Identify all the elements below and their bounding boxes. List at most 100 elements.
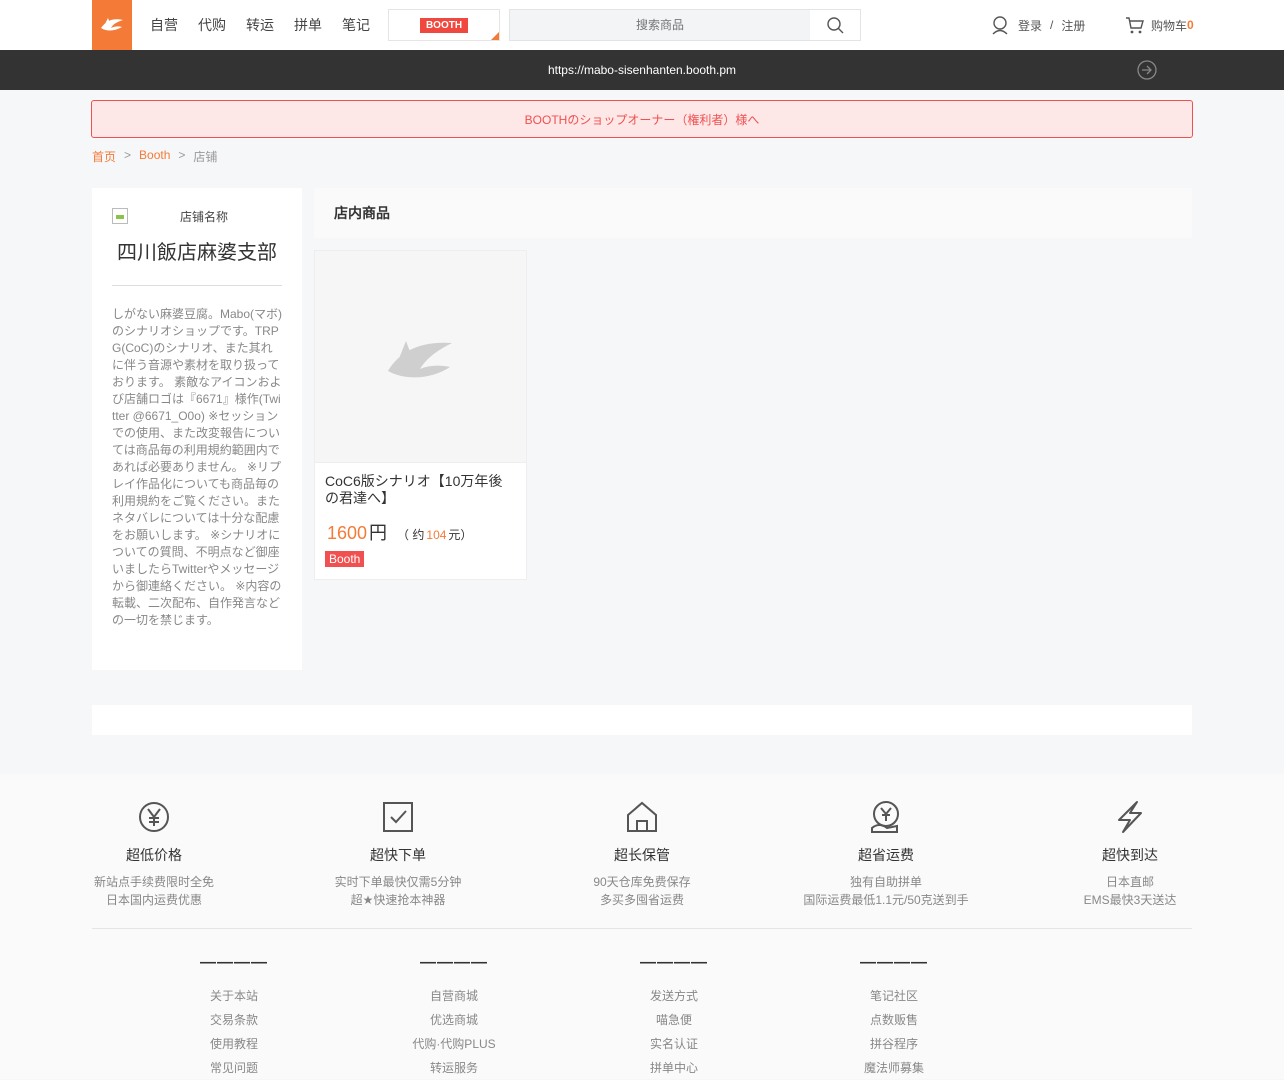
pagination-strip — [92, 705, 1192, 735]
shop-image: 店铺名称 — [112, 208, 282, 224]
footer-column-about: ———— 关于本站 交易条款 使用教程 常见问题 — [174, 954, 294, 1080]
breadcrumb-current: 店铺 — [193, 150, 218, 164]
feature-line: EMS最快3天送达 — [1083, 893, 1177, 907]
feature-line: 实时下单最快仅需5分钟 — [334, 875, 462, 889]
source-badge: Booth — [325, 551, 365, 567]
shop-url[interactable]: https://mabo-sisenhanten.booth.pm — [548, 63, 736, 77]
feature-title: 超快到达 — [1102, 847, 1158, 863]
footer-link[interactable]: 优选商城 — [394, 1008, 514, 1032]
feature-desc: 90天仓库免费保存 多买多囤省运费 — [542, 873, 742, 909]
breadcrumb: 首页 > Booth > 店铺 — [92, 148, 217, 165]
owner-notice-banner[interactable]: BOOTHのショップオーナー（権利者）様へ — [91, 100, 1193, 138]
bird-placeholder-icon — [387, 340, 452, 377]
house-icon — [627, 801, 657, 832]
footer-link[interactable]: 转运服务 — [394, 1056, 514, 1080]
checkbox-icon — [383, 802, 413, 832]
product-title[interactable]: CoC6版シナリオ【10万年後の君達へ】 — [315, 463, 526, 507]
cart-count: 0 — [1187, 18, 1194, 32]
search-input[interactable] — [510, 10, 810, 40]
footer-link[interactable]: 交易条款 — [174, 1008, 294, 1032]
lightning-icon — [1118, 801, 1142, 833]
feature-title: 超低价格 — [126, 847, 182, 863]
footer-column-heading: ———— — [860, 954, 928, 971]
feature-line: 超★快速抢本神器 — [350, 893, 446, 907]
breadcrumb-home[interactable]: 首页 — [92, 148, 116, 165]
auth-links: 登录 / 注册 — [990, 14, 1085, 36]
money-hand-icon — [871, 801, 899, 833]
feature-desc: 日本直邮 EMS最快3天送达 — [1030, 873, 1230, 909]
search-button[interactable] — [810, 10, 860, 40]
footer-link[interactable]: 自营商城 — [394, 984, 514, 1008]
register-link[interactable]: 注册 — [1061, 17, 1085, 34]
nav-link-forward[interactable]: 转运 — [246, 15, 274, 35]
feature-title: 超长保管 — [614, 847, 670, 863]
footer-column-services: ———— 自营商城 优选商城 代购·代购PLUS 转运服务 — [394, 954, 514, 1080]
feature-desc: 新站点手续费限时全免 日本国内运费优惠 — [54, 873, 254, 909]
feature-fast-order: 超快下单 实时下单最快仅需5分钟 超★快速抢本神器 — [298, 800, 498, 909]
footer-link[interactable]: 常见问题 — [174, 1056, 294, 1080]
product-card[interactable]: CoC6版シナリオ【10万年後の君達へ】 1600 円 （ 约 104 元） B… — [314, 250, 527, 580]
footer-link[interactable]: 点数贩售 — [834, 1008, 954, 1032]
shop-info-panel: 店铺名称 四川飯店麻婆支部 しがない麻婆豆腐。Mabo(マボ)のシナリオショップ… — [92, 188, 302, 670]
feature-low-price: 超低价格 新站点手续费限时全免 日本国内运费优惠 — [54, 800, 254, 909]
feature-fast-arrival: 超快到达 日本直邮 EMS最快3天送达 — [1030, 800, 1230, 909]
goods-section-heading: 店内商品 — [314, 188, 1192, 238]
footer-link[interactable]: 关于本站 — [174, 984, 294, 1008]
footer-link[interactable]: 拼单中心 — [614, 1056, 734, 1080]
footer-column-heading: ———— — [420, 954, 488, 971]
booth-logo: BOOTH — [419, 17, 469, 33]
nav-link-group[interactable]: 拼单 — [294, 15, 322, 35]
footer-link[interactable]: 实名认证 — [614, 1032, 734, 1056]
yen-circle-icon — [139, 802, 169, 832]
approx-suffix: 元） — [448, 528, 473, 542]
footer-link[interactable]: 笔记社区 — [834, 984, 954, 1008]
feature-line: 多买多囤省运费 — [599, 893, 684, 907]
footer-link[interactable]: 发送方式 — [614, 984, 734, 1008]
cart-icon — [1126, 17, 1144, 34]
feature-storage: 超长保管 90天仓库免费保存 多买多囤省运费 — [542, 800, 742, 909]
feature-line: 新站点手续费限时全免 — [93, 875, 214, 889]
approx-value: 104 — [426, 528, 447, 542]
footer-link[interactable]: 魔法师募集 — [834, 1056, 954, 1080]
arrow-right-circle-icon[interactable] — [1137, 60, 1157, 80]
breadcrumb-booth[interactable]: Booth — [139, 148, 170, 165]
auth-separator: / — [1050, 18, 1054, 32]
approx-prefix: （ 约 — [397, 528, 425, 542]
bird-logo-icon — [101, 18, 123, 31]
broken-image-icon — [112, 208, 128, 224]
footer-column-heading: ———— — [640, 954, 708, 971]
feature-line: 日本国内运费优惠 — [105, 893, 202, 907]
cart-label: 购物车 — [1151, 18, 1188, 33]
search-bar — [509, 9, 861, 41]
footer-divider — [92, 928, 1192, 929]
site-logo[interactable] — [92, 0, 132, 50]
shop-url-bar: https://mabo-sisenhanten.booth.pm — [0, 50, 1284, 90]
login-link[interactable]: 登录 — [1018, 17, 1042, 34]
footer: 超低价格 新站点手续费限时全免 日本国内运费优惠 超快下单 实时下单最快仅需5分… — [0, 774, 1284, 1079]
feature-title: 超快下单 — [370, 847, 426, 863]
nav-link-proxy[interactable]: 代购 — [198, 15, 226, 35]
shop-description: しがない麻婆豆腐。Mabo(マボ)のシナリオショップです。TRPG(CoC)のシ… — [112, 307, 283, 627]
product-price: 1600 円 （ 约 104 元） — [315, 507, 526, 545]
feature-title: 超省运费 — [858, 847, 914, 863]
shop-image-alt: 店铺名称 — [180, 209, 229, 224]
feature-line: 日本直邮 — [1105, 875, 1154, 889]
dropdown-corner-icon — [491, 32, 499, 40]
feature-line: 国际运费最低1.1元/50克送到手 — [803, 893, 969, 907]
feature-desc: 实时下单最快仅需5分钟 超★快速抢本神器 — [298, 873, 498, 909]
price-value: 1600 — [327, 523, 368, 543]
user-icon — [992, 16, 1008, 35]
footer-link[interactable]: 使用教程 — [174, 1032, 294, 1056]
nav-link-self[interactable]: 自营 — [150, 15, 178, 35]
cart-link[interactable]: 购物车 0 — [1125, 14, 1194, 36]
product-image-placeholder[interactable] — [315, 251, 526, 463]
nav-link-notes[interactable]: 笔记 — [342, 15, 370, 35]
feature-line: 90天仓库免费保存 — [593, 875, 691, 889]
footer-column-community: ———— 笔记社区 点数贩售 拼谷程序 魔法师募集 — [834, 954, 954, 1080]
search-icon — [827, 17, 844, 34]
footer-link[interactable]: 喵急便 — [614, 1008, 734, 1032]
site-selector[interactable]: BOOTH — [388, 9, 500, 41]
footer-link[interactable]: 拼谷程序 — [834, 1032, 954, 1056]
footer-link[interactable]: 代购·代购PLUS — [394, 1032, 514, 1056]
footer-column-heading: ———— — [200, 954, 268, 971]
